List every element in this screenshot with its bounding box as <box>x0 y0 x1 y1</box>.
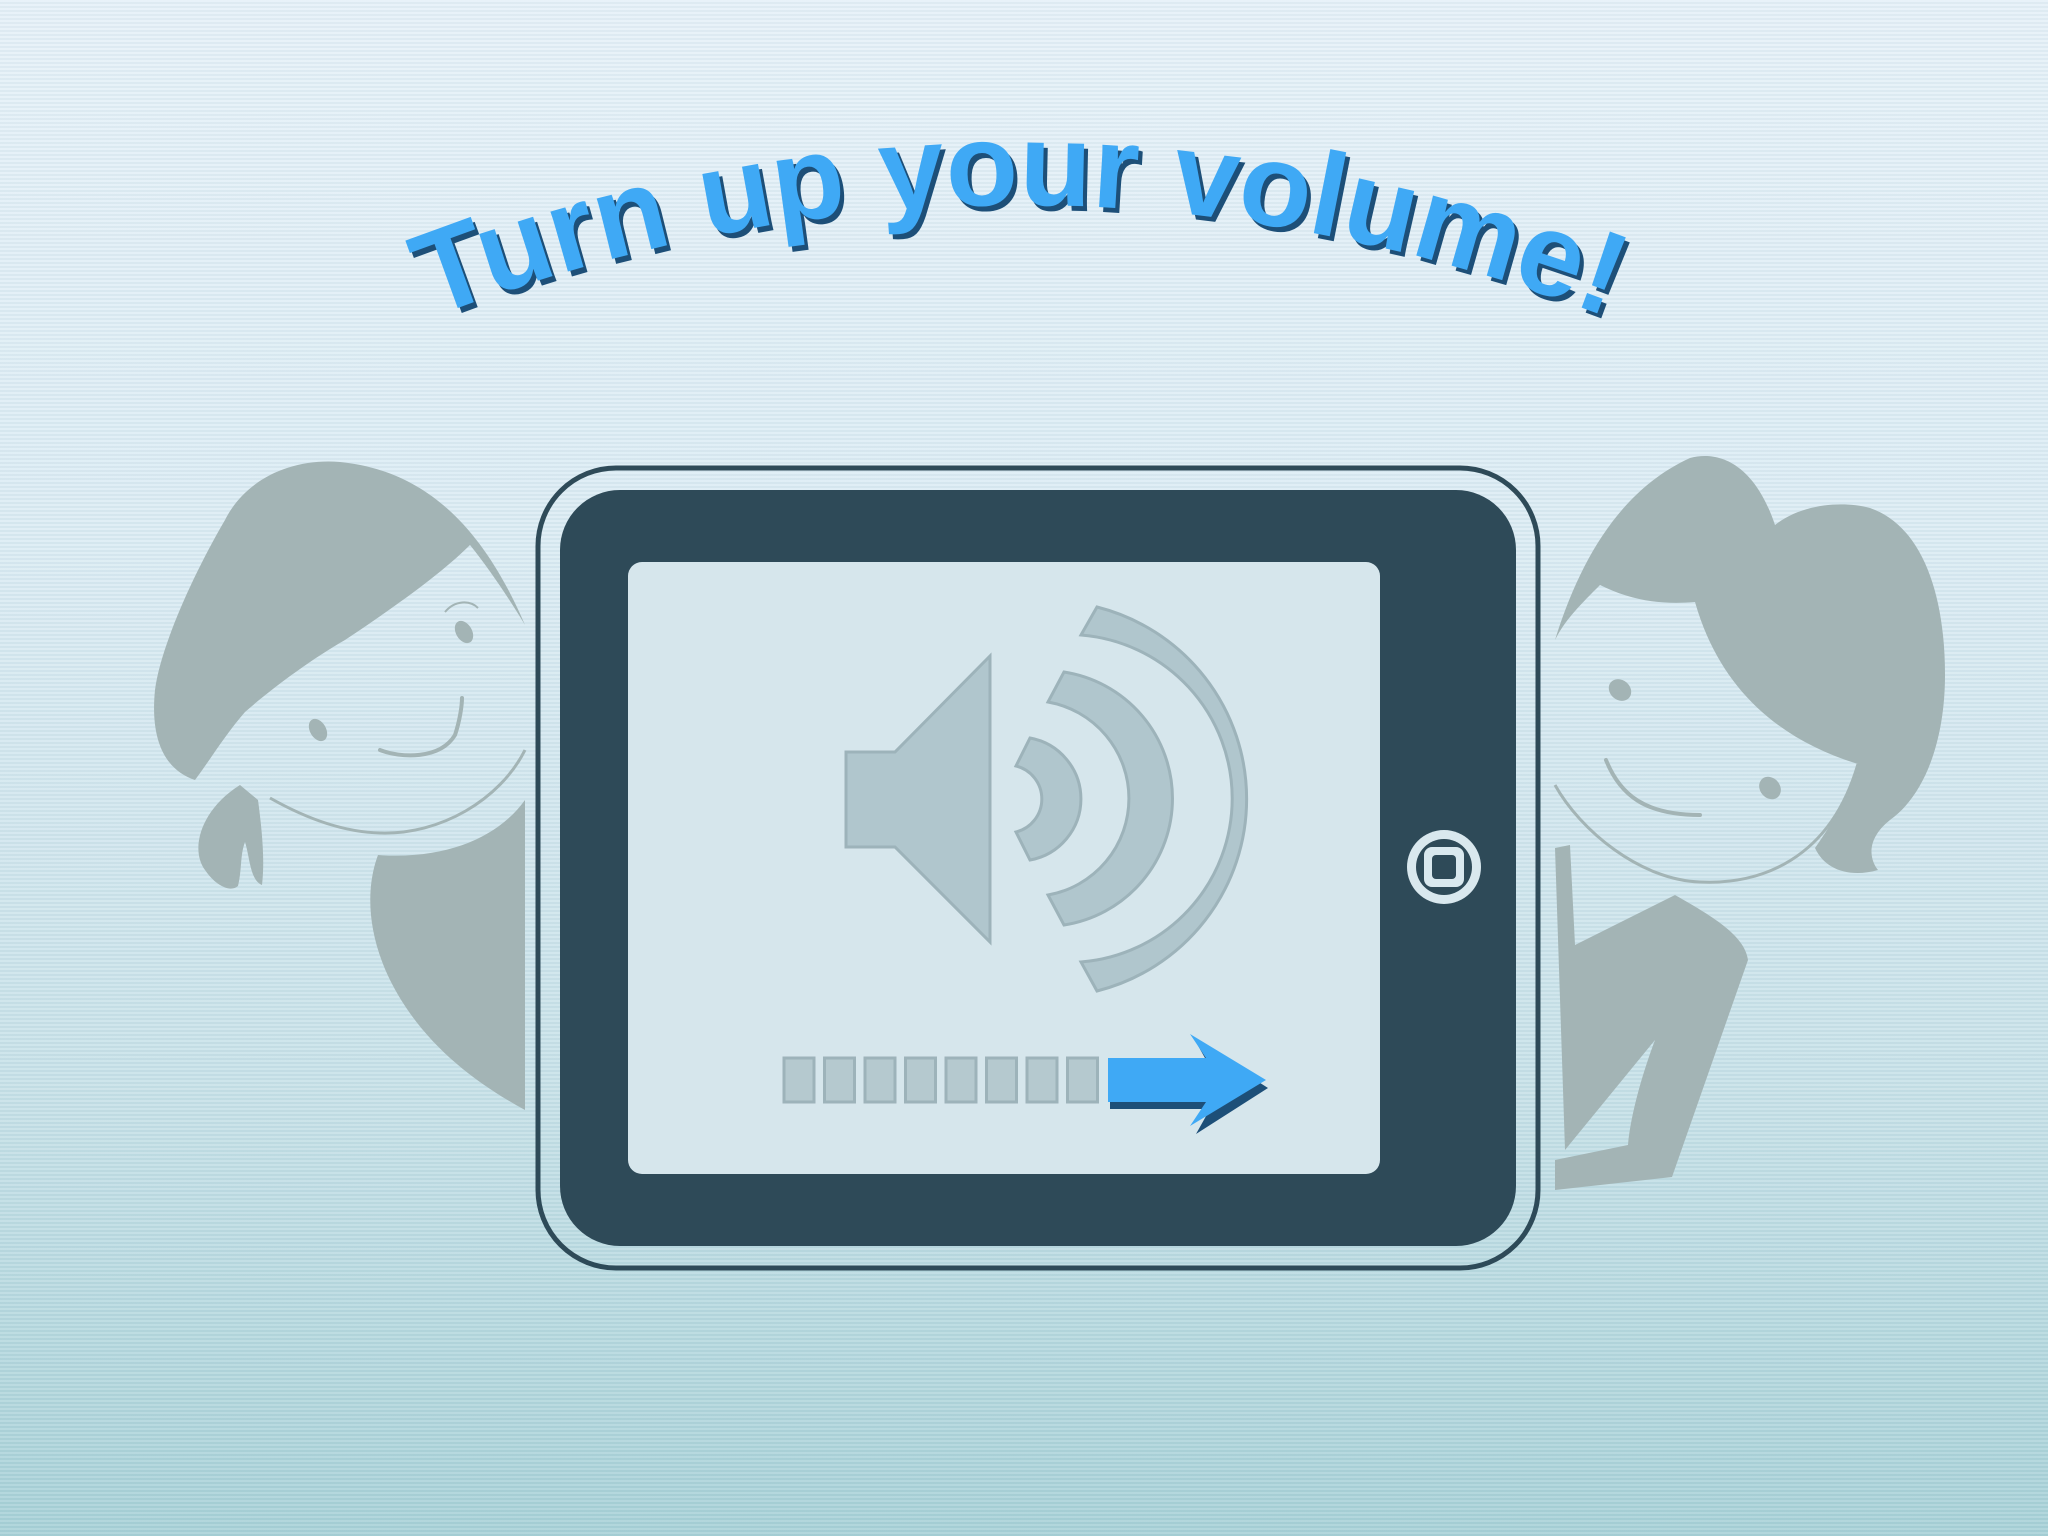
home-button-icon[interactable] <box>1407 830 1481 904</box>
girl-ponytail <box>198 785 264 889</box>
girl-brow <box>444 601 479 613</box>
girl-hair <box>154 461 526 780</box>
boy-body <box>1555 845 1748 1190</box>
volume-segment <box>823 1056 856 1104</box>
girl-smile <box>378 696 464 758</box>
girl-body <box>370 800 525 1110</box>
volume-segment <box>1025 1056 1059 1104</box>
title-group: Turn up your volume! Turn up your volume… <box>396 99 1649 347</box>
girl-face <box>269 749 527 835</box>
volume-segment <box>985 1056 1018 1104</box>
volume-segment <box>1066 1056 1099 1104</box>
tablet-device <box>535 465 1541 1271</box>
volume-segment <box>904 1056 937 1104</box>
boy-face <box>1553 763 1860 884</box>
boy-smile <box>1604 758 1702 817</box>
volume-splash-scene: Turn up your volume! Turn up your volume… <box>154 99 1945 1271</box>
girl-eye-right <box>454 620 474 644</box>
boy-hair <box>1555 456 1945 874</box>
boy-eye-right <box>1759 776 1781 800</box>
girl-eye-left <box>308 718 328 742</box>
volume-segment <box>944 1056 978 1104</box>
girl-character-illustration <box>154 461 527 1110</box>
volume-segment <box>782 1056 816 1104</box>
boy-character-illustration <box>1553 456 1945 1190</box>
boy-eye-left <box>1608 679 1632 701</box>
volume-segment <box>863 1056 897 1104</box>
